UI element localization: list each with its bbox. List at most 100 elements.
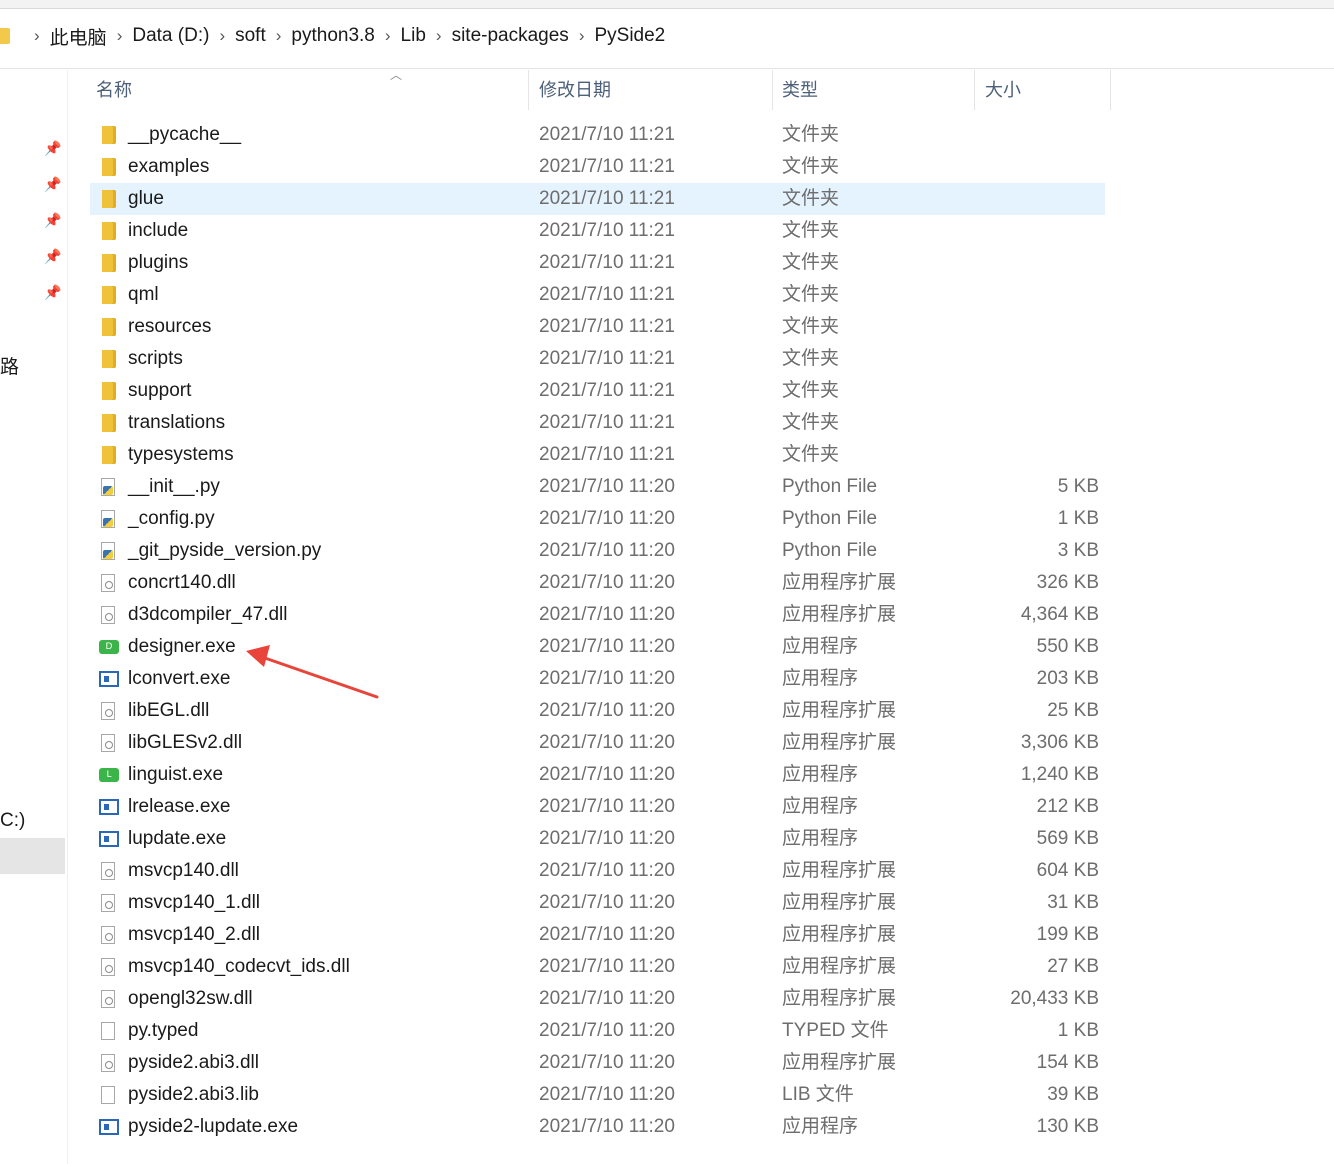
file-size: 130 KB — [1036, 1116, 1099, 1137]
file-size: 550 KB — [1036, 636, 1099, 657]
file-row[interactable]: msvcp140.dll 2021/7/10 11:20 应用程序扩展 604 KB — [90, 855, 1105, 887]
pin-icon[interactable]: 📌 — [44, 140, 61, 156]
column-separator[interactable] — [772, 70, 773, 110]
chevron-right-icon[interactable]: › — [579, 26, 585, 46]
folder-icon — [102, 414, 116, 432]
chevron-right-icon[interactable]: › — [117, 26, 123, 46]
file-row[interactable]: plugins 2021/7/10 11:21 文件夹 — [90, 247, 1105, 279]
breadcrumb-item[interactable]: python3.8 — [291, 25, 374, 47]
file-row[interactable]: opengl32sw.dll 2021/7/10 11:20 应用程序扩展 20,43… — [90, 983, 1105, 1015]
dll-icon — [101, 574, 115, 592]
chevron-right-icon[interactable]: › — [436, 26, 442, 46]
file-size: 3 KB — [1057, 540, 1099, 561]
breadcrumb-item[interactable]: site-packages — [452, 25, 569, 47]
file-row[interactable]: examples 2021/7/10 11:21 文件夹 — [90, 151, 1105, 183]
file-row[interactable]: include 2021/7/10 11:21 文件夹 — [90, 215, 1105, 247]
file-row[interactable]: libEGL.dll 2021/7/10 11:20 应用程序扩展 25 KB — [90, 695, 1105, 727]
file-date: 2021/7/10 11:21 — [539, 188, 675, 209]
file-row[interactable]: lconvert.exe 2021/7/10 11:20 应用程序 203 KB — [90, 663, 1105, 695]
file-name: d3dcompiler_47.dll — [128, 604, 288, 625]
file-name: _git_pyside_version.py — [128, 540, 322, 561]
column-header-type[interactable]: 类型 — [782, 70, 818, 110]
file-row[interactable]: _git_pyside_version.py 2021/7/10 11:20 Pyt… — [90, 535, 1105, 567]
breadcrumb-item[interactable]: PySide2 — [594, 25, 665, 47]
pin-icon[interactable]: 📌 — [44, 284, 61, 300]
file-row[interactable]: support 2021/7/10 11:21 文件夹 — [90, 375, 1105, 407]
column-header-date[interactable]: 修改日期 — [539, 70, 611, 110]
folder-icon — [102, 158, 116, 176]
pin-icon[interactable]: 📌 — [44, 176, 61, 192]
file-row[interactable]: pyside2-lupdate.exe 2021/7/10 11:20 应用程序 13… — [90, 1111, 1105, 1143]
chevron-right-icon[interactable]: › — [276, 26, 282, 46]
address-bar[interactable]: › 此电脑 › Data (D:) › soft › python3.8 › Lib › site-p… — [0, 10, 1334, 62]
file-row[interactable]: scripts 2021/7/10 11:21 文件夹 — [90, 343, 1105, 375]
file-date: 2021/7/10 11:21 — [539, 412, 675, 433]
file-row[interactable]: _config.py 2021/7/10 11:20 Python File 1 KB — [90, 503, 1105, 535]
column-header-name[interactable]: 名称 — [96, 70, 132, 110]
file-date: 2021/7/10 11:20 — [539, 476, 675, 497]
file-name: examples — [128, 156, 210, 177]
file-row[interactable]: msvcp140_2.dll 2021/7/10 11:20 应用程序扩展 199 K… — [90, 919, 1105, 951]
file-row[interactable]: Llinguist.exe 2021/7/10 11:20 应用程序 1,240 KB — [90, 759, 1105, 791]
file-row[interactable]: concrt140.dll 2021/7/10 11:20 应用程序扩展 326 KB — [90, 567, 1105, 599]
file-row[interactable]: msvcp140_codecvt_ids.dll 2021/7/10 11:20 应… — [90, 951, 1105, 983]
file-name: glue — [128, 188, 164, 209]
file-row[interactable]: typesystems 2021/7/10 11:21 文件夹 — [90, 439, 1105, 471]
file-type: TYPED 文件 — [782, 1020, 889, 1041]
breadcrumb-item[interactable]: soft — [235, 25, 266, 47]
folder-icon — [102, 190, 116, 208]
dll-icon — [101, 862, 115, 880]
dll-icon — [101, 734, 115, 752]
file-row[interactable]: translations 2021/7/10 11:21 文件夹 — [90, 407, 1105, 439]
file-name: typesystems — [128, 444, 234, 465]
file-row[interactable]: glue 2021/7/10 11:21 文件夹 — [90, 183, 1105, 215]
file-date: 2021/7/10 11:21 — [539, 316, 675, 337]
file-date: 2021/7/10 11:20 — [539, 636, 675, 657]
file-row[interactable]: __pycache__ 2021/7/10 11:21 文件夹 — [90, 119, 1105, 151]
nav-item-partial-label[interactable]: 路 — [0, 352, 19, 379]
file-list: __pycache__ 2021/7/10 11:21 文件夹 examples 202… — [90, 119, 1105, 1143]
file-size: 212 KB — [1036, 796, 1099, 817]
breadcrumb-item[interactable]: Data (D:) — [132, 25, 209, 47]
breadcrumb-item[interactable]: Lib — [401, 25, 426, 47]
file-row[interactable]: Ddesigner.exe 2021/7/10 11:20 应用程序 550 KB — [90, 631, 1105, 663]
file-row[interactable]: msvcp140_1.dll 2021/7/10 11:20 应用程序扩展 31 KB — [90, 887, 1105, 919]
file-type: Python File — [782, 540, 878, 561]
pin-icon[interactable]: 📌 — [44, 212, 61, 228]
file-name: msvcp140.dll — [128, 860, 239, 881]
file-row[interactable]: pyside2.abi3.dll 2021/7/10 11:20 应用程序扩展 154… — [90, 1047, 1105, 1079]
file-date: 2021/7/10 11:20 — [539, 1020, 675, 1041]
file-row[interactable]: d3dcompiler_47.dll 2021/7/10 11:20 应用程序扩展 4… — [90, 599, 1105, 631]
file-type: 文件夹 — [782, 380, 840, 401]
column-separator[interactable] — [1110, 70, 1111, 110]
file-row[interactable]: lrelease.exe 2021/7/10 11:20 应用程序 212 KB — [90, 791, 1105, 823]
file-row[interactable]: libGLESv2.dll 2021/7/10 11:20 应用程序扩展 3,306 … — [90, 727, 1105, 759]
chevron-right-icon[interactable]: › — [385, 26, 391, 46]
nav-item-partial-label[interactable]: C:) — [0, 810, 25, 832]
file-row[interactable]: py.typed 2021/7/10 11:20 TYPED 文件 1 KB — [90, 1015, 1105, 1047]
file-row[interactable]: pyside2.abi3.lib 2021/7/10 11:20 LIB 文件 39 … — [90, 1079, 1105, 1111]
file-date: 2021/7/10 11:20 — [539, 796, 675, 817]
window-top-strip — [0, 0, 1334, 9]
file-row[interactable]: resources 2021/7/10 11:21 文件夹 — [90, 311, 1105, 343]
pane-divider — [67, 70, 68, 1164]
column-separator[interactable] — [528, 70, 529, 110]
file-date: 2021/7/10 11:20 — [539, 700, 675, 721]
nav-item-selected[interactable] — [0, 838, 65, 874]
pin-icon[interactable]: 📌 — [44, 248, 61, 264]
column-separator[interactable] — [974, 70, 975, 110]
chevron-right-icon[interactable]: › — [219, 26, 225, 46]
chevron-right-icon[interactable]: › — [34, 26, 40, 46]
file-row[interactable]: lupdate.exe 2021/7/10 11:20 应用程序 569 KB — [90, 823, 1105, 855]
file-icon — [101, 1022, 115, 1040]
file-row[interactable]: __init__.py 2021/7/10 11:20 Python File 5 K… — [90, 471, 1105, 503]
breadcrumb-item[interactable]: 此电脑 — [50, 23, 107, 50]
sort-ascending-icon[interactable]: ︿ — [390, 66, 402, 83]
file-row[interactable]: qml 2021/7/10 11:21 文件夹 — [90, 279, 1105, 311]
exe-icon — [99, 831, 119, 847]
file-type: 应用程序 — [782, 636, 859, 657]
dll-icon — [101, 990, 115, 1008]
navigation-pane: 📌 📌 📌 📌 📌 路 C:) — [0, 70, 66, 1164]
dll-icon — [101, 1054, 115, 1072]
column-header-size[interactable]: 大小 — [985, 70, 1021, 110]
